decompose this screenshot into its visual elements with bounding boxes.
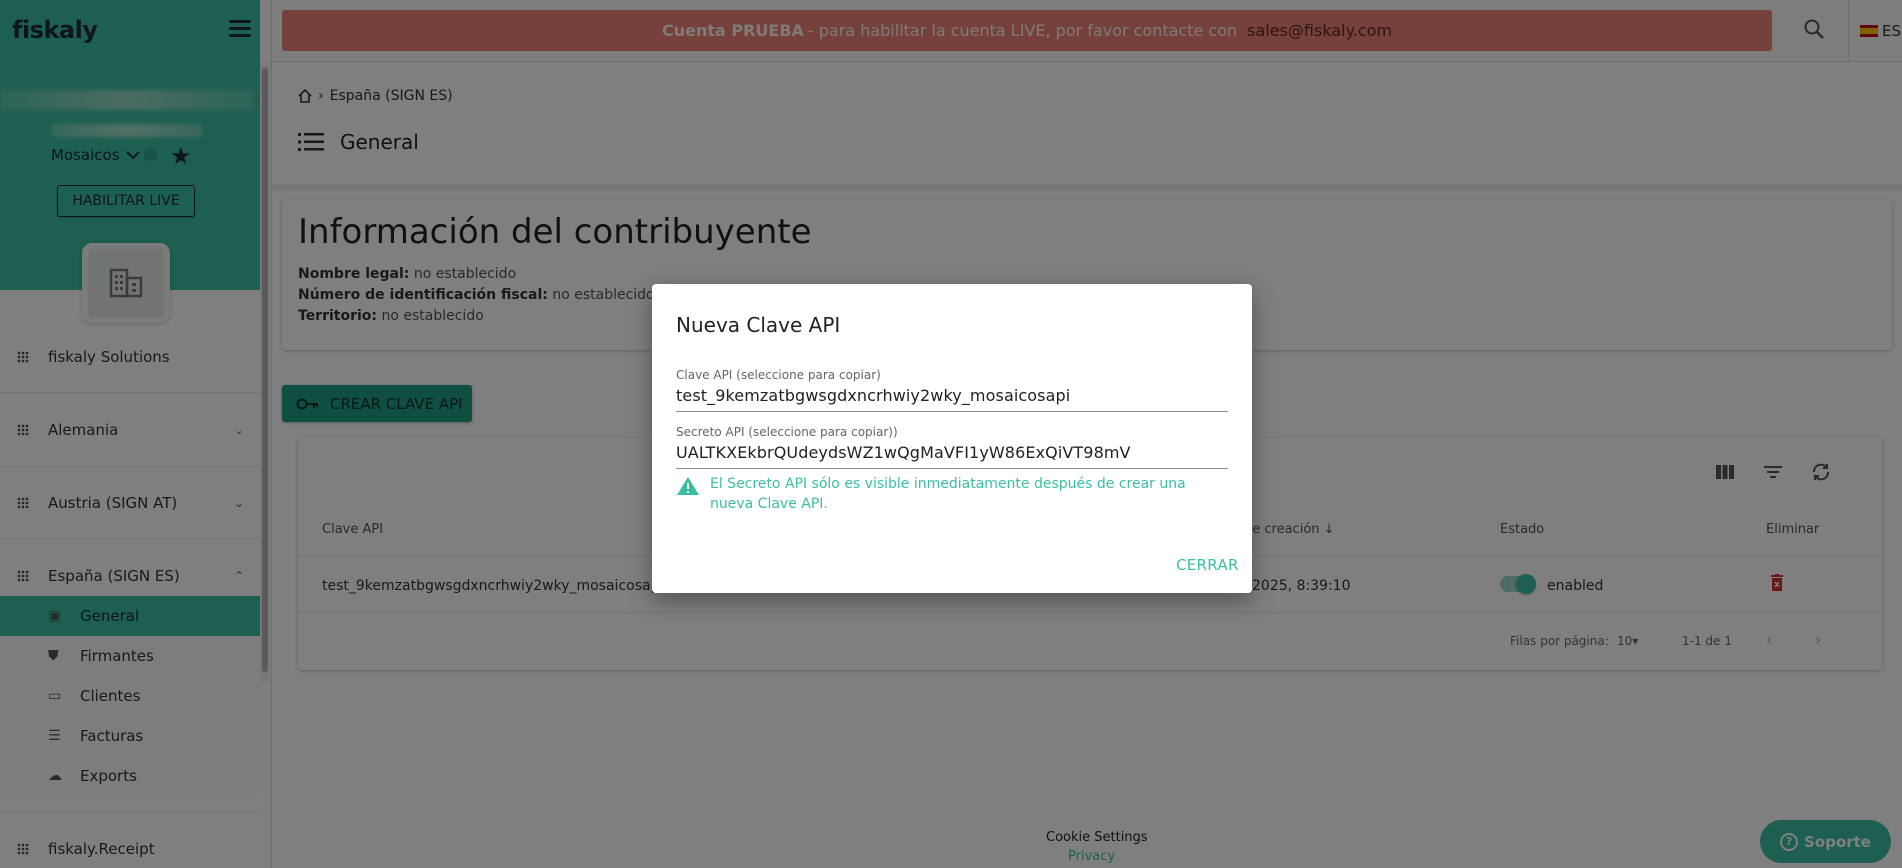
- api-secret-field-label: Secreto API (seleccione para copiar)): [676, 425, 898, 439]
- api-secret-field[interactable]: UALTKXEkbrQUdeydsWZ1wQgMaVFI1yW86ExQiVT9…: [676, 443, 1228, 469]
- api-key-field[interactable]: test_9kemzatbgwsgdxncrhwiy2wky_mosaicosa…: [676, 386, 1228, 412]
- secret-warning-text: El Secreto API sólo es visible inmediata…: [710, 476, 1186, 512]
- secret-warning: El Secreto API sólo es visible inmediata…: [676, 474, 1228, 514]
- close-button[interactable]: CERRAR: [1176, 556, 1239, 574]
- api-key-field-label: Clave API (seleccione para copiar): [676, 368, 881, 382]
- dialog-title: Nueva Clave API: [676, 313, 841, 337]
- new-api-key-dialog: Nueva Clave API Clave API (seleccione pa…: [652, 284, 1252, 593]
- warning-icon: [677, 477, 699, 495]
